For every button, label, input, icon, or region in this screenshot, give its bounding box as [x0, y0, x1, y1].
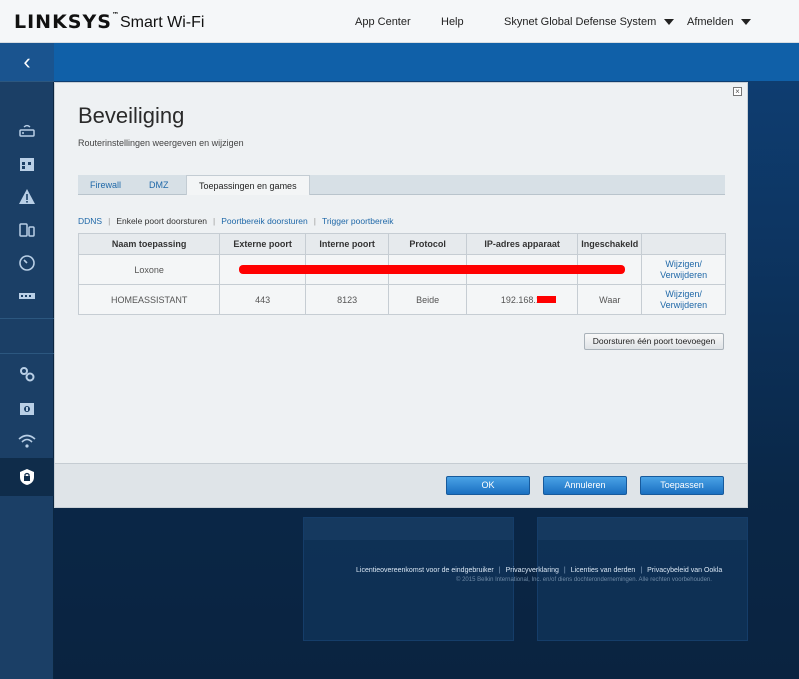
app-center-link[interactable]: App Center	[355, 16, 411, 28]
sublink-port-range[interactable]: Poortbereik doorsturen	[221, 216, 307, 226]
sub-navigation: DDNS | Enkele poort doorsturen | Poortbereik…	[78, 216, 394, 226]
tab-dmz[interactable]: DMZ	[137, 175, 181, 195]
redaction-ip	[537, 296, 556, 303]
footer-links: Licentieovereenkomst voor de eindgebruik…	[356, 567, 723, 574]
sublink-port-trigger[interactable]: Trigger poortbereik	[322, 216, 394, 226]
table-header-row: Naam toepassing Externe poort Interne po…	[77, 233, 726, 255]
cell-actions: Wijzigen/ Verwijderen	[641, 284, 726, 315]
redaction-bar	[239, 265, 625, 274]
column-header: IP-adres apparaat	[465, 233, 579, 255]
cell-actions: Wijzigen/ Verwijderen	[641, 254, 726, 285]
tab-firewall[interactable]: Firewall	[78, 175, 133, 195]
column-header: Interne poort	[304, 233, 390, 255]
warning-icon[interactable]	[14, 186, 40, 208]
dialog-footer: OK Annuleren Toepassen	[55, 463, 747, 507]
cell-ip-address: 192.168.1.	[465, 284, 579, 315]
edit-link[interactable]: Wijzigen/	[645, 259, 722, 270]
footer-copyright: © 2015 Belkin International, Inc. en/of …	[456, 577, 712, 583]
router-icon[interactable]	[14, 120, 40, 142]
logout-label: Afmelden	[687, 16, 734, 28]
calendar-icon[interactable]	[14, 153, 40, 175]
port-forwarding-table: Naam toepassing Externe poort Interne po…	[77, 233, 726, 315]
logout-menu[interactable]: Afmelden	[687, 16, 752, 28]
security-dialog: × Beveiliging Routerinstellingen weergev…	[54, 82, 748, 508]
network-menu[interactable]: Skynet Global Defense System	[504, 16, 675, 28]
tab-applications-games[interactable]: Toepassingen en games	[186, 175, 310, 195]
tab-bar: Firewall DMZ Toepassingen en games	[78, 175, 725, 195]
cancel-button[interactable]: Annuleren	[543, 476, 627, 495]
backup-icon[interactable]	[14, 397, 40, 419]
security-lock-icon[interactable]	[14, 466, 40, 488]
column-header	[641, 233, 726, 255]
column-header: Naam toepassing	[77, 233, 221, 255]
wifi-icon[interactable]	[14, 430, 40, 452]
gear-icon[interactable]	[14, 363, 40, 385]
column-header: Protocol	[388, 233, 467, 255]
delete-link[interactable]: Verwijderen	[645, 300, 722, 311]
close-icon[interactable]: ×	[733, 87, 742, 96]
ok-button[interactable]: OK	[446, 476, 530, 495]
left-sidebar: ‹	[0, 43, 54, 679]
top-header: LINKSYS™ Smart Wi-Fi App Center Help Sky…	[0, 0, 799, 43]
cell-external-port: 443	[219, 284, 306, 315]
page-subtitle: Routerinstellingen weergeven en wijzigen	[78, 138, 244, 148]
sublink-single-port[interactable]: Enkele poort doorsturen	[116, 216, 207, 226]
cell-name: Loxone	[77, 254, 221, 285]
network-icon[interactable]	[14, 285, 40, 307]
chevron-down-icon	[664, 19, 675, 26]
devices-icon[interactable]	[14, 219, 40, 241]
cell-name: HOMEASSISTANT	[77, 284, 221, 315]
cell-internal-port: 8123	[304, 284, 390, 315]
brand-subtitle: Smart Wi-Fi	[120, 14, 205, 31]
delete-link[interactable]: Verwijderen	[645, 270, 722, 281]
sublink-ddns[interactable]: DDNS	[78, 216, 102, 226]
cell-protocol: Beide	[388, 284, 467, 315]
edit-link[interactable]: Wijzigen/	[645, 289, 722, 300]
table-row: HOMEASSISTANT 443 8123 Beide 192.168.1. …	[77, 284, 726, 315]
apply-button[interactable]: Toepassen	[640, 476, 724, 495]
add-port-forward-button[interactable]: Doorsturen één poort toevoegen	[584, 333, 724, 350]
footer-link-eula[interactable]: Licentieovereenkomst voor de eindgebruik…	[356, 567, 494, 574]
column-header: Ingeschakeld	[577, 233, 643, 255]
page-title: Beveiliging	[78, 103, 185, 128]
footer-link-ookla[interactable]: Privacybeleid van Ookla	[647, 567, 722, 574]
help-link[interactable]: Help	[441, 16, 464, 28]
column-header: Externe poort	[219, 233, 306, 255]
chevron-down-icon	[741, 19, 752, 26]
cell-enabled: Waar	[577, 284, 643, 315]
network-name: Skynet Global Defense System	[504, 16, 657, 28]
chevron-left-icon[interactable]: ‹	[0, 43, 54, 81]
dashboard-top-band	[0, 43, 799, 81]
linksys-logo[interactable]: LINKSYS™	[14, 11, 120, 33]
footer-link-third-party[interactable]: Licenties van derden	[571, 567, 636, 574]
clock-icon[interactable]	[14, 252, 40, 274]
footer-link-privacy[interactable]: Privacyverklaring	[506, 567, 559, 574]
